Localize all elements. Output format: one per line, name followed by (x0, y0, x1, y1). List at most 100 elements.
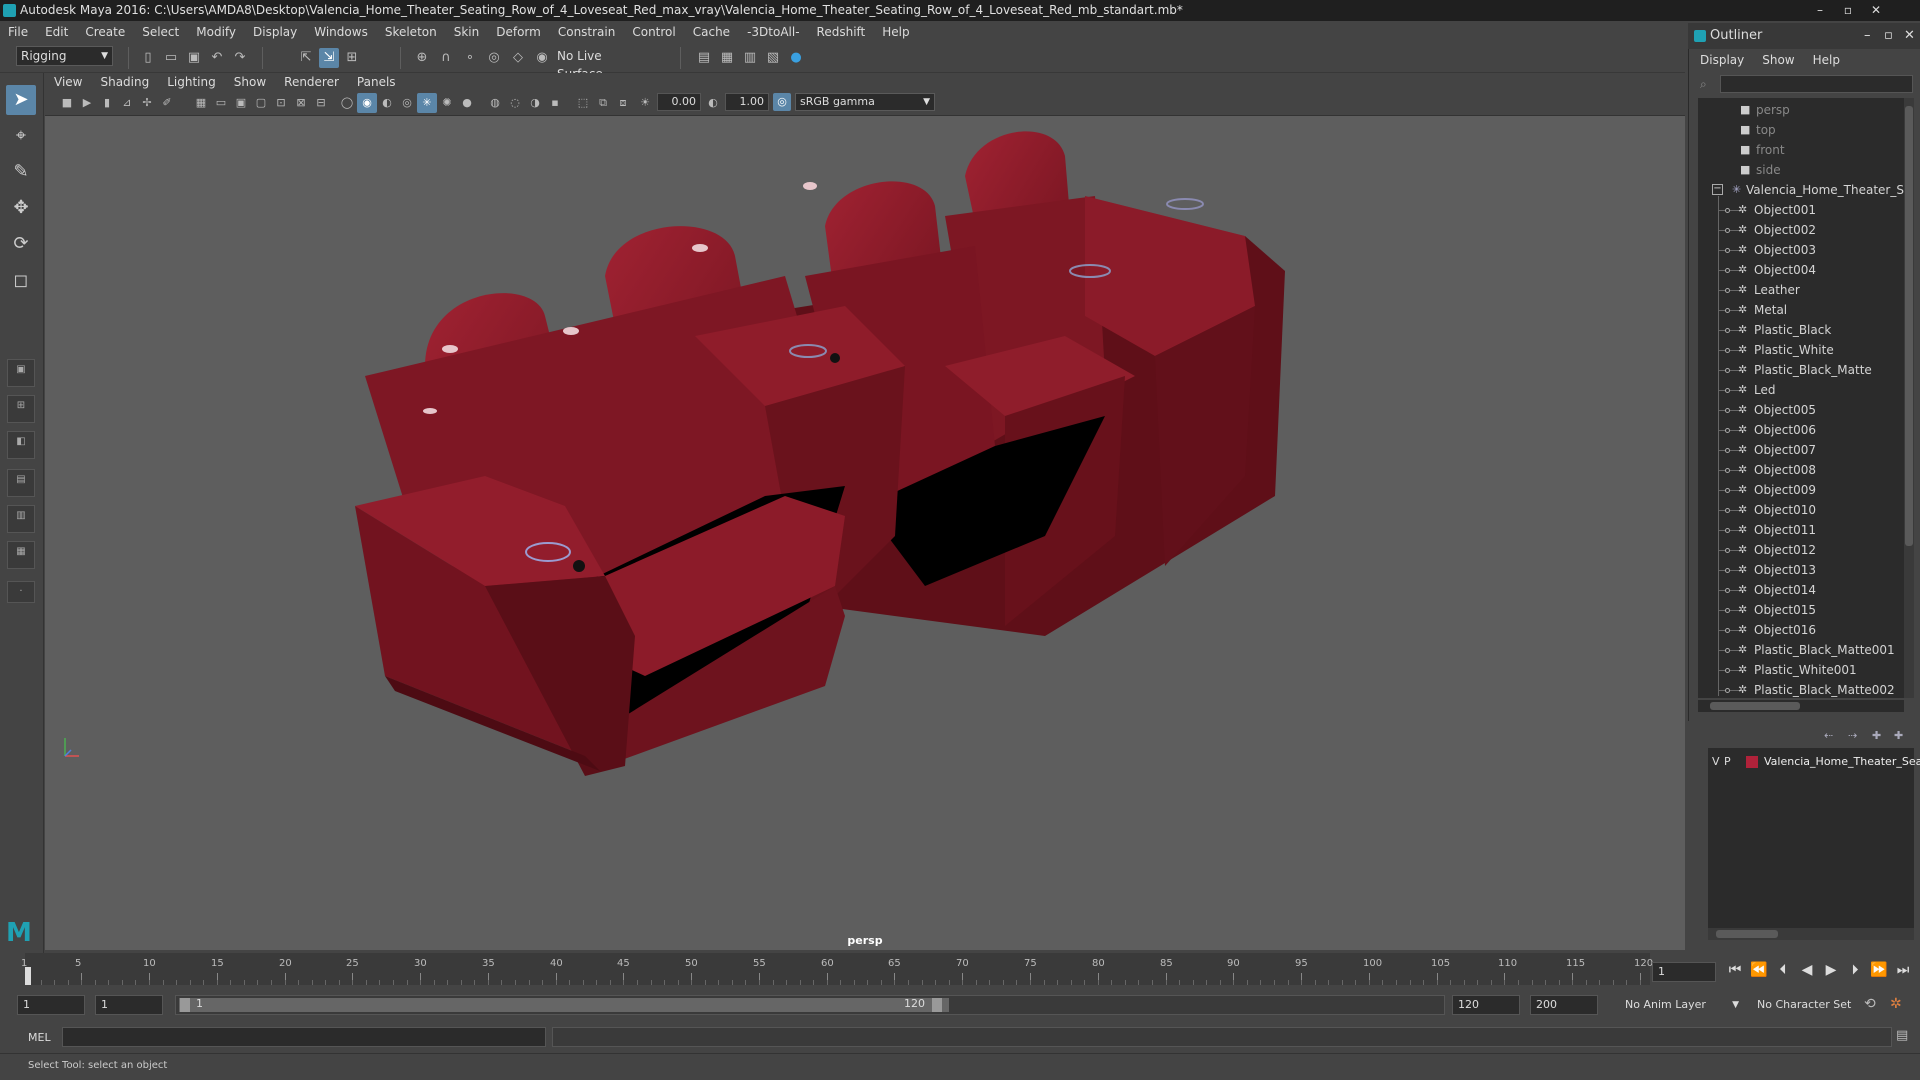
outliner-tree[interactable]: ■ persp ■ top ■ front ■ side − ✳ Valencia_Home_The… (1698, 98, 1904, 698)
resolution-gate-icon[interactable]: ▣ (231, 93, 251, 113)
outliner-item[interactable]: ✲ Plastic_Black_Matte001 (1698, 640, 1904, 660)
safe-title-icon[interactable]: ⊟ (311, 93, 331, 113)
render-frame-icon[interactable]: ▦ (717, 48, 737, 68)
menu-deform[interactable]: Deform (496, 25, 541, 39)
play-backward-icon[interactable]: ◀ (1798, 962, 1816, 978)
time-slider[interactable]: 1 5 10 15 20 25 30 35 40 45 50 55 60 65 70 75 80 85 90 95 10… (21, 953, 1653, 985)
outliner-item[interactable]: ✲ Object001 (1698, 200, 1904, 220)
menu-skin[interactable]: Skin (454, 25, 480, 39)
outliner-camera-side[interactable]: ■ side (1698, 160, 1904, 180)
playback-start-field[interactable]: 1 (95, 995, 163, 1015)
animation-prefs-icon[interactable]: ✲ (1890, 996, 1902, 1012)
undo-icon[interactable]: ↶ (207, 48, 227, 68)
menu-redshift[interactable]: Redshift (817, 25, 866, 39)
character-set-dropdown[interactable]: No Character Set (1752, 995, 1862, 1015)
go-to-start-icon[interactable]: ⏮ (1726, 962, 1744, 978)
expand-dot-icon[interactable] (1725, 408, 1730, 413)
outliner-item[interactable]: ✲ Object007 (1698, 440, 1904, 460)
expand-dot-icon[interactable] (1725, 528, 1730, 533)
range-slider[interactable]: 1 120 (175, 995, 1445, 1015)
outliner-item[interactable]: ✲ Plastic_Black_Matte002 (1698, 680, 1904, 698)
view-transform-dropdown[interactable]: sRGB gamma ▼ (795, 93, 935, 111)
menu-3dtoall[interactable]: -3DtoAll- (747, 25, 799, 39)
camera-attributes-icon[interactable]: ▶ (77, 93, 97, 113)
outliner-item[interactable]: ✲ Object014 (1698, 580, 1904, 600)
film-gate-icon[interactable]: ▭ (211, 93, 231, 113)
maximize-button[interactable]: ▫ (1834, 0, 1862, 21)
outliner-maximize-button[interactable]: ▫ (1884, 23, 1893, 49)
expand-dot-icon[interactable] (1725, 488, 1730, 493)
isolate-select-icon[interactable]: ▪ (545, 93, 565, 113)
wireframe-on-shaded-icon[interactable]: ◐ (377, 93, 397, 113)
hypershade-icon[interactable]: ● (786, 48, 806, 68)
select-tool-icon[interactable]: ➤ (6, 85, 36, 115)
bookmark-icon[interactable]: ▮ (97, 93, 117, 113)
color-management-icon[interactable]: ◎ (773, 93, 791, 111)
gamma-icon[interactable]: ◐ (703, 93, 723, 113)
expand-dot-icon[interactable] (1725, 608, 1730, 613)
outliner-item[interactable]: ✲ Led (1698, 380, 1904, 400)
layer-hscroll-thumb[interactable] (1716, 930, 1778, 938)
outliner-menu-display[interactable]: Display (1700, 53, 1744, 67)
expand-dot-icon[interactable] (1725, 448, 1730, 453)
2d-pan-zoom-icon[interactable]: ✢ (137, 93, 157, 113)
outliner-item[interactable]: ✲ Object005 (1698, 400, 1904, 420)
expand-dot-icon[interactable] (1725, 308, 1730, 313)
xray-joints-icon[interactable]: ⧉ (593, 93, 613, 113)
four-view-layout-icon[interactable]: ⊞ (7, 395, 35, 423)
layer-move-up-icon[interactable]: ⇠ (1824, 729, 1833, 742)
layer-hscrollbar[interactable] (1708, 928, 1914, 940)
panel-menu-panels[interactable]: Panels (357, 75, 396, 89)
render-settings-icon[interactable]: ▧ (763, 48, 783, 68)
layer-move-down-icon[interactable]: ⇢ (1848, 729, 1857, 742)
scene-end-field[interactable]: 200 (1530, 995, 1598, 1015)
panel-menu-shading[interactable]: Shading (100, 75, 149, 89)
outliner-item[interactable]: ✲ Object012 (1698, 540, 1904, 560)
new-scene-icon[interactable]: ▯ (138, 48, 158, 68)
outliner-search-input[interactable] (1720, 75, 1913, 93)
expand-dot-icon[interactable] (1725, 468, 1730, 473)
collapse-icon[interactable]: − (1712, 184, 1723, 195)
menu-create[interactable]: Create (85, 25, 125, 39)
outliner-minimize-button[interactable]: – (1864, 23, 1871, 49)
outliner-item[interactable]: ✲ Object010 (1698, 500, 1904, 520)
screen-space-ao-icon[interactable]: ● (457, 93, 477, 113)
auto-key-icon[interactable]: ⟲ (1864, 996, 1876, 1012)
select-camera-icon[interactable]: ■ (57, 93, 77, 113)
outliner-group-row[interactable]: − ✳ Valencia_Home_Theater_Sea (1698, 180, 1904, 200)
outliner-menu-show[interactable]: Show (1762, 53, 1794, 67)
go-to-end-icon[interactable]: ⏭ (1894, 962, 1912, 978)
expand-dot-icon[interactable] (1725, 568, 1730, 573)
outliner-hscrollbar[interactable] (1698, 700, 1904, 712)
menu-select[interactable]: Select (142, 25, 179, 39)
menu-file[interactable]: File (8, 25, 28, 39)
outliner-hscroll-thumb[interactable] (1710, 702, 1800, 710)
shadows-icon[interactable]: ✺ (437, 93, 457, 113)
sofa-model[interactable] (45, 116, 1685, 950)
expand-dot-icon[interactable] (1725, 388, 1730, 393)
expand-dot-icon[interactable] (1725, 228, 1730, 233)
outliner-item[interactable]: ✲ Plastic_White001 (1698, 660, 1904, 680)
expand-dot-icon[interactable] (1725, 668, 1730, 673)
outliner-item[interactable]: ✲ Plastic_Black_Matte (1698, 360, 1904, 380)
select-component-icon[interactable]: ⊞ (342, 48, 362, 68)
safe-action-icon[interactable]: ⊠ (291, 93, 311, 113)
range-start-handle[interactable] (180, 998, 190, 1012)
outliner-item[interactable]: ✲ Object015 (1698, 600, 1904, 620)
move-tool-icon[interactable]: ✥ (6, 193, 36, 223)
scene-start-field[interactable]: 1 (17, 995, 85, 1015)
step-forward-key-icon[interactable]: ⏩ (1870, 962, 1888, 978)
script-editor-icon[interactable]: ▤ (1896, 1028, 1908, 1043)
motion-blur-icon[interactable]: ◍ (485, 93, 505, 113)
save-scene-icon[interactable]: ▣ (184, 48, 204, 68)
outliner-menu-help[interactable]: Help (1813, 53, 1840, 67)
single-perspective-layout-icon[interactable]: ▣ (7, 359, 35, 387)
open-scene-icon[interactable]: ▭ (161, 48, 181, 68)
step-back-key-icon[interactable]: ⏪ (1750, 962, 1768, 978)
snap-surface-icon[interactable]: ◇ (508, 48, 528, 68)
expand-dot-icon[interactable] (1725, 628, 1730, 633)
outliner-close-button[interactable]: ✕ (1904, 23, 1915, 49)
expand-dot-icon[interactable] (1725, 688, 1730, 693)
render-view-icon[interactable]: ▤ (694, 48, 714, 68)
expand-dot-icon[interactable] (1725, 548, 1730, 553)
